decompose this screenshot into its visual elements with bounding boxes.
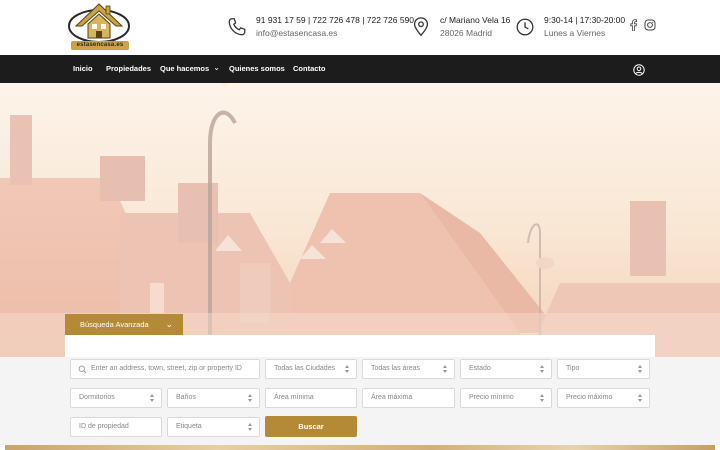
select-arrows-icon — [443, 364, 448, 374]
min-price-select[interactable]: Precio mínimo — [460, 388, 552, 408]
status-select[interactable]: Estado — [460, 359, 552, 379]
nav-item-que-hacemos[interactable]: Que hacemos ⌄ — [160, 55, 220, 83]
nav-indicator — [220, 83, 230, 88]
contact-hours: 9:30-14 | 17:30-20:00 Lunes a Viernes — [514, 14, 625, 40]
type-select[interactable]: Tipo — [557, 359, 650, 379]
select-arrows-icon — [540, 364, 545, 374]
hours-time: 9:30-14 | 17:30-20:00 — [544, 15, 626, 25]
label-select[interactable]: Etiqueta — [167, 417, 260, 437]
search-icon — [78, 365, 87, 374]
advanced-search-label: Búsqueda Avanzada — [80, 320, 149, 329]
nav-item-propiedades[interactable]: Propiedades — [106, 55, 151, 83]
status-select-value: Estado — [469, 365, 491, 372]
bathrooms-select-value: Baños — [176, 394, 196, 401]
select-arrows-icon — [540, 393, 545, 403]
select-arrows-icon — [638, 393, 643, 403]
max-price-value: Precio máximo — [566, 394, 613, 401]
min-area-input[interactable]: Área mínima — [265, 388, 357, 408]
chevron-down-icon: ⌄ — [165, 319, 173, 329]
main-nav: Inicio Propiedades Que hacemos ⌄ Quienes … — [0, 55, 720, 83]
address-city: 28026 Madrid — [440, 28, 492, 38]
label-select-value: Etiqueta — [176, 423, 202, 430]
house-logo-icon — [68, 3, 130, 43]
min-area-placeholder: Área mínima — [274, 394, 314, 401]
clock-icon — [516, 18, 534, 36]
map-pin-icon — [413, 17, 429, 37]
select-arrows-icon — [345, 364, 350, 374]
phone-icon — [228, 18, 246, 36]
nav-item-quienes-somos[interactable]: Quienes somos — [229, 55, 285, 83]
select-arrows-icon — [248, 393, 253, 403]
select-arrows-icon — [150, 393, 155, 403]
logo-text: estasencasa.es — [71, 41, 129, 50]
keyword-placeholder: Enter an address, town, street, zip or p… — [91, 365, 242, 372]
email-link[interactable]: info@estasencasa.es — [256, 27, 414, 40]
search-button[interactable]: Buscar — [265, 416, 357, 437]
next-section-image — [5, 445, 715, 450]
address-street: c/ Mariano Vela 16 — [440, 15, 511, 25]
site-logo[interactable]: estasencasa.es — [66, 0, 132, 52]
social-links — [628, 19, 656, 31]
max-price-select[interactable]: Precio máximo — [557, 388, 650, 408]
max-area-input[interactable]: Área máxima — [362, 388, 455, 408]
keyword-search-input[interactable]: Enter an address, town, street, zip or p… — [70, 359, 260, 379]
instagram-icon[interactable] — [644, 19, 656, 31]
bedrooms-select[interactable]: Dormitorios — [70, 388, 162, 408]
phone-numbers[interactable]: 91 931 17 59 | 722 726 478 | 722 726 590 — [256, 14, 414, 27]
top-header: estasencasa.es 91 931 17 59 | 722 726 47… — [0, 0, 720, 55]
city-select[interactable]: Todas las Ciudades — [265, 359, 357, 379]
user-circle-icon[interactable] — [633, 64, 645, 76]
area-select-value: Todas las áreas — [371, 365, 421, 372]
city-select-value: Todas las Ciudades — [274, 365, 336, 372]
advanced-search-tab[interactable]: Búsqueda Avanzada ⌄ — [65, 314, 183, 335]
bathrooms-select[interactable]: Baños — [167, 388, 260, 408]
property-id-input[interactable]: ID de propiedad — [70, 417, 162, 437]
contact-phone: 91 931 17 59 | 722 726 478 | 722 726 590… — [226, 14, 414, 40]
chevron-down-icon: ⌄ — [213, 63, 220, 72]
select-arrows-icon — [248, 422, 253, 432]
facebook-icon[interactable] — [628, 19, 638, 31]
select-arrows-icon — [638, 364, 643, 374]
area-select[interactable]: Todas las áreas — [362, 359, 455, 379]
nav-item-inicio[interactable]: Inicio — [73, 55, 93, 83]
bedrooms-select-value: Dormitorios — [79, 394, 115, 401]
contact-address: c/ Mariano Vela 16 28026 Madrid — [410, 14, 510, 40]
hours-days: Lunes a Viernes — [544, 28, 606, 38]
property-id-placeholder: ID de propiedad — [79, 423, 129, 430]
nav-item-contacto[interactable]: Contacto — [293, 55, 326, 83]
type-select-value: Tipo — [566, 365, 580, 372]
min-price-value: Precio mínimo — [469, 394, 514, 401]
nav-item-label: Que hacemos — [160, 64, 210, 73]
max-area-placeholder: Área máxima — [371, 394, 413, 401]
search-panel-top — [65, 335, 655, 357]
